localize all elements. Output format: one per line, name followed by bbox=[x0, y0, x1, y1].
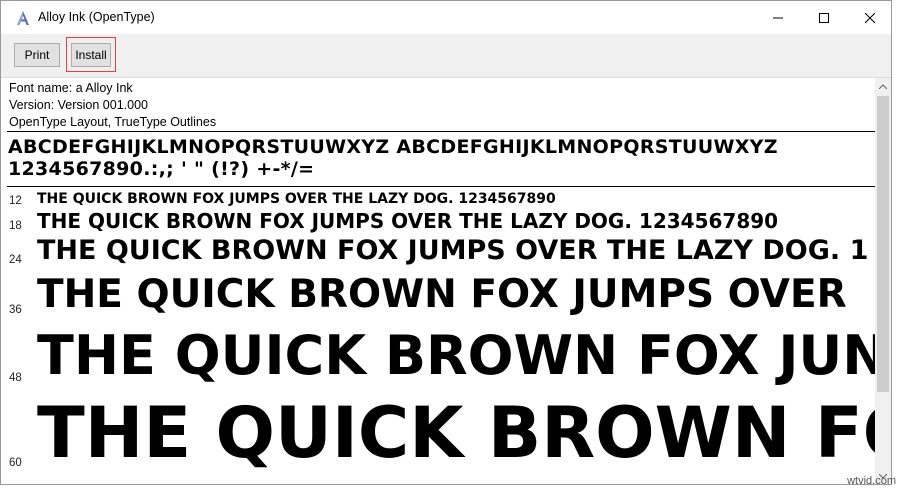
font-type-line: OpenType Layout, TrueType Outlines bbox=[9, 115, 217, 129]
scroll-up-button[interactable] bbox=[875, 78, 891, 94]
minimize-button[interactable] bbox=[755, 1, 801, 34]
toolbar: Print Install bbox=[1, 34, 891, 78]
vertical-scrollbar[interactable] bbox=[875, 78, 891, 484]
close-button[interactable] bbox=[847, 1, 893, 34]
title-bar[interactable]: Alloy Ink (OpenType) bbox=[1, 1, 891, 34]
character-set-line-1: ABCDEFGHIJKLMNOPQRSTUUWXYZ ABCDEFGHIJKLM… bbox=[8, 136, 778, 158]
sample-size-label: 48 bbox=[9, 372, 22, 384]
chevron-up-icon bbox=[879, 83, 887, 89]
window-title: Alloy Ink (OpenType) bbox=[38, 10, 155, 24]
sample-size-label: 60 bbox=[9, 457, 22, 469]
sample-size-label: 24 bbox=[9, 254, 22, 266]
install-highlight bbox=[66, 37, 116, 72]
sample-text: THE QUICK BROWN FO bbox=[37, 392, 875, 474]
sample-size-label: 12 bbox=[9, 195, 22, 207]
scrollbar-thumb[interactable] bbox=[877, 96, 889, 392]
sample-text: THE QUICK BROWN FOX JUMPS OVER THE LAZY … bbox=[37, 209, 779, 233]
character-set-line-2: 1234567890.:,; ' " (!?) +-*/= bbox=[8, 158, 315, 180]
print-button[interactable]: Print bbox=[14, 43, 60, 67]
sample-text: THE QUICK BROWN FOX JUMPS OVER THE LAZY … bbox=[37, 235, 869, 266]
font-info: Font name: a Alloy Ink Version: Version … bbox=[9, 80, 216, 131]
font-viewer-icon bbox=[15, 10, 31, 26]
font-version-line: Version: Version 001.000 bbox=[9, 98, 148, 112]
maximize-button[interactable] bbox=[801, 1, 847, 34]
font-preview-area[interactable]: Font name: a Alloy Ink Version: Version … bbox=[1, 78, 875, 484]
divider bbox=[7, 186, 875, 187]
sample-text: THE QUICK BROWN FOX JUN bbox=[37, 324, 875, 387]
maximize-icon bbox=[819, 12, 829, 23]
sample-text: THE QUICK BROWN FOX JUMPS OVER THE LAZY … bbox=[37, 191, 556, 207]
sample-size-label: 36 bbox=[9, 304, 22, 316]
minimize-icon bbox=[773, 17, 783, 18]
divider bbox=[7, 131, 875, 132]
sample-size-label: 18 bbox=[9, 220, 22, 232]
font-name-line: Font name: a Alloy Ink bbox=[9, 81, 133, 95]
watermark: wtvid.com bbox=[847, 475, 896, 487]
font-viewer-window: Alloy Ink (OpenType) Print Install Font … bbox=[0, 0, 892, 485]
close-icon bbox=[865, 12, 875, 23]
sample-text: THE QUICK BROWN FOX JUMPS OVER bbox=[37, 272, 847, 317]
